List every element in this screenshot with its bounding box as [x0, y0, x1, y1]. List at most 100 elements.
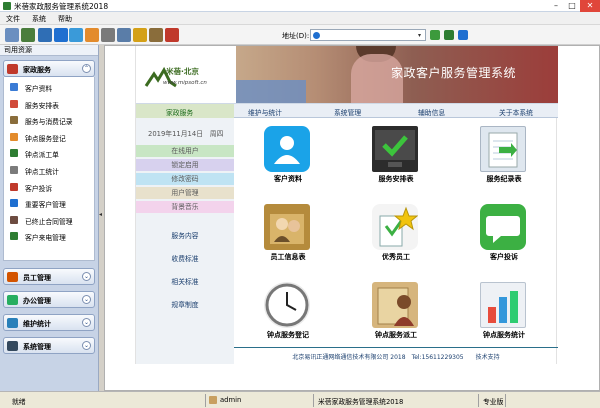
network-icon[interactable] — [54, 28, 68, 42]
sidebar-item-schedule[interactable]: 服务安排表 — [4, 96, 94, 113]
tile-hourly-dispatch[interactable]: 钟点服务派工 — [342, 274, 450, 350]
star-book-icon — [372, 204, 419, 250]
background-music-button[interactable]: 背景音乐 — [136, 201, 234, 213]
address-label: 地址(D): — [282, 32, 310, 40]
left-panel: 2019年11月14日 周四 在线用户 锁定启用 修改密码 用户管理 背景音乐 … — [136, 118, 234, 364]
staff-group-icon — [7, 272, 18, 282]
group-system[interactable]: 系统管理 ⌄ — [3, 337, 95, 354]
user-icon[interactable] — [149, 28, 163, 42]
sidebar-item-complaint[interactable]: 客户投诉 — [4, 179, 94, 196]
sidebar: 司用资源 家政服务 ⌃ 客户资料 服务安排表 服务与消费记录 钟点服务登记 钟点… — [0, 45, 99, 391]
sidebar-item-hourly-stats[interactable]: 钟点工统计 — [4, 162, 94, 179]
group-label: 维护统计 — [23, 320, 51, 328]
lock-enable-button[interactable]: 锁定启用 — [136, 159, 234, 171]
top-nav: 家政服务 维护与统计 系统管理 辅助信息 关于本系统 — [136, 103, 558, 118]
menu-help[interactable]: 帮助 — [58, 14, 72, 24]
monitor-icon[interactable] — [69, 28, 83, 42]
app-icon — [3, 2, 11, 10]
chevron-up-icon[interactable]: ⌃ — [82, 64, 91, 73]
status-app-name: 米蓓家政服务管理系统2018 — [318, 398, 404, 406]
tile-label: 钟点服务统计 — [483, 331, 525, 339]
calendar-icon — [10, 99, 18, 108]
function-grid: 客户资料 服务安排表 服务纪录表 员工信息表 优秀员工 客户投诉 钟点服务登记 … — [234, 118, 558, 350]
group-home-service[interactable]: 家政服务 ⌃ — [3, 60, 95, 77]
chevron-down-icon[interactable]: ▾ — [415, 31, 424, 40]
tools-icon[interactable] — [458, 30, 468, 40]
go-icon[interactable] — [430, 30, 440, 40]
sidebar-item-label: 钟点服务登记 — [25, 134, 66, 143]
tile-excellent-staff[interactable]: 优秀员工 — [342, 196, 450, 272]
tile-hourly-register[interactable]: 钟点服务登记 — [234, 274, 342, 350]
status-ready: 就绪 — [12, 398, 26, 406]
sidebar-item-vip[interactable]: 重要客户管理 — [4, 195, 94, 212]
minimize-button[interactable]: – — [548, 0, 564, 12]
tile-record-sheet[interactable]: 服务纪录表 — [450, 118, 558, 194]
group-office[interactable]: 办公管理 ⌄ — [3, 291, 95, 308]
exit-icon[interactable] — [165, 28, 179, 42]
close-button[interactable]: ✕ — [580, 0, 600, 12]
tile-customer[interactable]: 客户资料 — [234, 118, 342, 194]
chart-icon — [480, 282, 526, 328]
user-icon — [209, 396, 217, 404]
address-input[interactable]: ▾ — [310, 29, 426, 41]
sidebar-item-label: 钟点工统计 — [25, 167, 59, 176]
tile-staff[interactable]: 员工信息表 — [234, 196, 342, 272]
sidebar-item-label: 客户投诉 — [25, 184, 53, 193]
menu-system[interactable]: 系统 — [32, 14, 46, 24]
tile-hourly-stats[interactable]: 钟点服务统计 — [450, 274, 558, 350]
back-icon[interactable] — [5, 28, 19, 42]
complaint-icon — [10, 182, 18, 191]
link-regulations[interactable]: 规章制度 — [136, 299, 234, 309]
nav-home-service[interactable]: 家政服务 — [166, 107, 193, 117]
nav-about[interactable]: 关于本系统 — [499, 107, 533, 117]
group-staff[interactable]: 员工管理 ⌄ — [3, 268, 95, 285]
chevron-down-icon[interactable]: ⌄ — [82, 295, 91, 304]
sidebar-item-records[interactable]: 服务与消费记录 — [4, 112, 94, 129]
lock-icon[interactable] — [133, 28, 147, 42]
tile-complaint[interactable]: 客户投诉 — [450, 196, 558, 272]
tile-label: 钟点服务登记 — [267, 331, 309, 339]
group-label: 员工管理 — [23, 274, 51, 282]
person-icon — [10, 83, 18, 91]
sidebar-item-calls[interactable]: 客户来电管理 — [4, 228, 94, 245]
online-users-button[interactable]: 在线用户 — [136, 145, 234, 157]
chevron-down-icon[interactable]: ⌄ — [82, 318, 91, 327]
export-icon[interactable] — [444, 30, 454, 40]
user-management-button[interactable]: 用户管理 — [136, 187, 234, 199]
worker-icon — [10, 149, 18, 158]
schedule-icon — [372, 126, 418, 172]
group-maintenance[interactable]: 维护统计 ⌄ — [3, 314, 95, 331]
home-icon[interactable] — [85, 28, 99, 42]
chevron-down-icon[interactable]: ⌄ — [82, 272, 91, 281]
nav-maintenance[interactable]: 维护与统计 — [248, 107, 282, 117]
forward-icon[interactable] — [21, 28, 35, 42]
link-related-standard[interactable]: 相关标准 — [136, 276, 234, 286]
tile-schedule[interactable]: 服务安排表 — [342, 118, 450, 194]
window-title: 米蓓家政服务管理系统2018 — [14, 2, 109, 11]
group-label: 系统管理 — [23, 343, 51, 351]
system-group-icon — [7, 341, 18, 351]
link-fee-standard[interactable]: 收费标准 — [136, 253, 234, 263]
nav-system[interactable]: 系统管理 — [334, 107, 361, 117]
sidebar-item-hourly-register[interactable]: 钟点服务登记 — [4, 129, 94, 146]
sidebar-item-dispatch[interactable]: 钟点派工单 — [4, 145, 94, 162]
change-password-button[interactable]: 修改密码 — [136, 173, 234, 185]
customer-icon — [264, 126, 310, 172]
sidebar-item-terminated-contracts[interactable]: 已终止合同管理 — [4, 212, 94, 229]
staff-icon — [264, 204, 310, 250]
print-icon[interactable] — [101, 28, 115, 42]
chevron-down-icon[interactable]: ⌄ — [82, 341, 91, 350]
refresh-icon[interactable] — [38, 28, 52, 42]
maximize-button[interactable]: □ — [564, 0, 580, 12]
vip-icon — [10, 199, 18, 208]
link-service-content[interactable]: 服务内容 — [136, 230, 234, 240]
clock-icon — [264, 282, 310, 328]
collapse-arrow-icon[interactable]: ◂ — [99, 211, 102, 218]
menu-file[interactable]: 文件 — [6, 14, 20, 24]
home-service-icon — [7, 64, 18, 74]
nav-aux-info[interactable]: 辅助信息 — [418, 107, 445, 117]
group-label: 家政服务 — [23, 66, 51, 74]
content-area: 米蓓·北京 www.mipsoft.cn 家政客户服务管理系统 家政服务 维护与… — [104, 45, 600, 391]
sidebar-item-customer[interactable]: 客户资料 — [4, 79, 94, 96]
save-icon[interactable] — [117, 28, 131, 42]
